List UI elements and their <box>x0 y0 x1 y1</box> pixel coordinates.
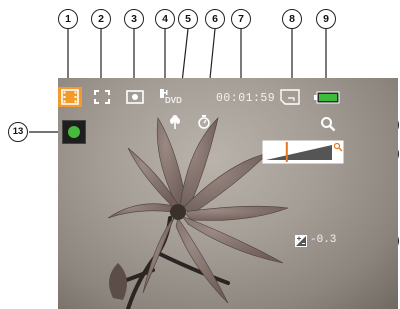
focus-bracket-icon <box>94 90 110 104</box>
callout-video-resolution: 4 <box>155 9 175 29</box>
callout-focus-area: 2 <box>91 9 111 29</box>
exposure-indicator: -0.3 <box>295 234 341 249</box>
exposure-value: -0.3 <box>310 234 337 246</box>
zoom-bar[interactable] <box>262 140 344 164</box>
callout-capture-mode: 1 <box>58 9 78 29</box>
zoom-marker[interactable] <box>285 142 288 162</box>
recording-time: 00:01:59 <box>216 92 276 105</box>
self-timer-icon <box>198 115 210 129</box>
callout-macro: 5 <box>178 9 198 29</box>
macro-flower-icon <box>170 115 180 129</box>
callout-memory-card: 8 <box>282 9 302 29</box>
record-indicator-button <box>62 120 86 144</box>
record-dot-icon <box>68 126 80 138</box>
callout-battery: 9 <box>316 9 336 29</box>
flower-photo <box>107 117 289 309</box>
battery-full-icon <box>314 91 340 104</box>
callout-recording-time: 7 <box>231 9 251 29</box>
exposure-icon <box>295 235 307 247</box>
center-metering-icon <box>126 90 144 104</box>
magnifier-icon[interactable] <box>320 116 336 132</box>
callout-recording-indicator: 13 <box>8 122 28 142</box>
camera-viewfinder: DVD 00:01:59 -0.3 <box>58 78 398 309</box>
sd-card-icon <box>280 89 300 105</box>
movie-mode-icon[interactable] <box>58 87 82 107</box>
callout-metering: 3 <box>124 9 144 29</box>
video-quality-label: DVD <box>165 96 182 105</box>
callout-self-timer: 6 <box>205 9 225 29</box>
